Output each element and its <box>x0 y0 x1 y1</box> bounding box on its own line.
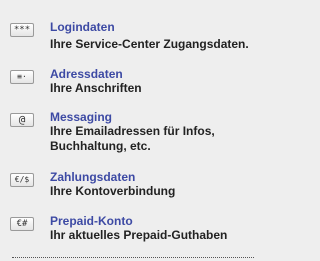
prepaid-icon: €# <box>10 217 34 231</box>
menu-item-title-logindaten[interactable]: Logindaten <box>50 20 115 35</box>
menu-item-title-adressdaten[interactable]: Adressdaten <box>50 67 123 82</box>
menu-item-description-zahlungsdaten: Ihre Kontoverbindung <box>50 184 176 198</box>
menu-item-title-zahlungsdaten[interactable]: Zahlungsdaten <box>50 170 135 185</box>
menu-item-description-adressdaten: Ihre Anschriften <box>50 81 142 95</box>
menu-item-description-logindaten: Ihre Service-Center Zugangsdaten. <box>50 37 249 51</box>
bottom-divider <box>12 257 254 258</box>
menu-item-title-messaging[interactable]: Messaging <box>50 110 112 125</box>
currency-icon: €/$ <box>10 173 34 187</box>
menu-item-description-prepaid-konto: Ihr aktuelles Prepaid-Guthaben <box>50 228 228 242</box>
password-icon: *** <box>10 23 34 37</box>
menu-item-title-prepaid-konto[interactable]: Prepaid-Konto <box>50 214 133 229</box>
at-sign-icon: @ <box>10 113 34 127</box>
menu-item-description-messaging: Ihre Emailadressen für Infos, Buchhaltun… <box>50 124 215 153</box>
address-card-icon: ≡· <box>10 70 34 84</box>
